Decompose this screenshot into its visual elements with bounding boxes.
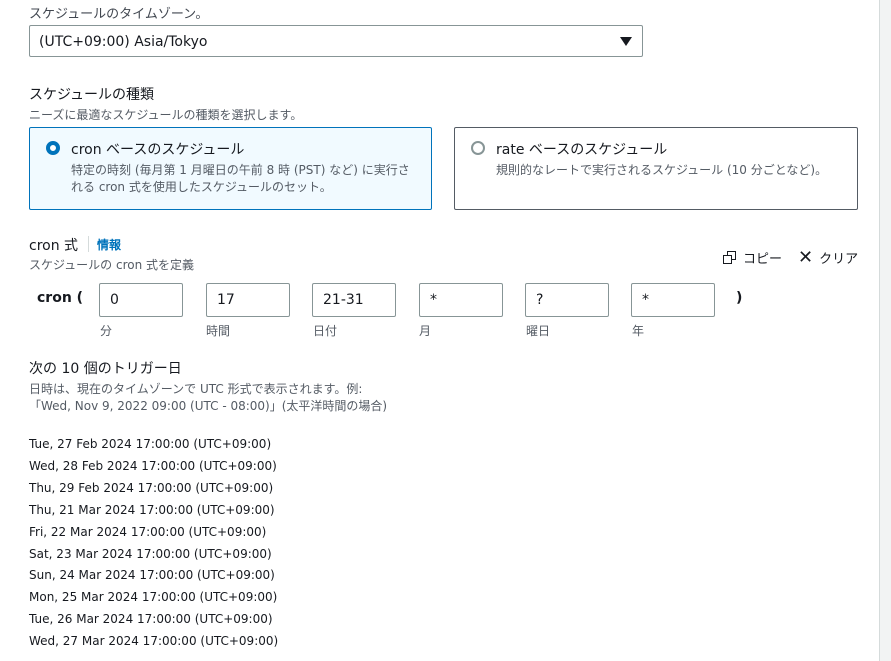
cron-day-of-month-input[interactable]: 21-31 xyxy=(312,283,396,317)
cron-day-of-week-label: 曜日 xyxy=(526,324,551,338)
trigger-date: Fri, 22 Mar 2024 17:00:00 (UTC+09:00) xyxy=(29,525,267,539)
cron-year-input[interactable]: * xyxy=(631,283,715,317)
cron-year-label: 年 xyxy=(632,324,645,338)
timezone-select[interactable]: (UTC+09:00) Asia/Tokyo xyxy=(29,25,643,57)
schedule-type-option-rate[interactable]: rate ベースのスケジュール 規則的なレートで実行されるスケジュール (10 … xyxy=(454,127,858,210)
trigger-date: Mon, 25 Mar 2024 17:00:00 (UTC+09:00) xyxy=(29,590,278,604)
cron-expression-description: スケジュールの cron 式を定義 xyxy=(29,258,195,272)
trigger-date: Thu, 21 Mar 2024 17:00:00 (UTC+09:00) xyxy=(29,503,275,517)
cron-day-of-week-input[interactable]: ? xyxy=(525,283,609,317)
caret-down-icon xyxy=(620,37,632,46)
schedule-panel: スケジュールのタイムゾーン。 (UTC+09:00) Asia/Tokyo スケ… xyxy=(0,0,880,661)
trigger-date: Tue, 27 Feb 2024 17:00:00 (UTC+09:00) xyxy=(29,437,272,451)
next-triggers-description: 日時は、現在のタイムゾーンで UTC 形式で表示されます。例: 「Wed, No… xyxy=(29,381,387,415)
cron-hours-label: 時間 xyxy=(206,324,231,338)
cron-minutes-label: 分 xyxy=(100,324,113,338)
option-cron-title: cron ベースのスケジュール xyxy=(71,142,245,158)
copy-icon xyxy=(723,250,737,265)
option-cron-description: 特定の時刻 (毎月第 1 月曜日の午前 8 時 (PST) など) に実行される… xyxy=(71,163,410,194)
trigger-date: Sat, 23 Mar 2024 17:00:00 (UTC+09:00) xyxy=(29,547,272,561)
timezone-select-value: (UTC+09:00) Asia/Tokyo xyxy=(39,34,208,50)
cron-suffix: ) xyxy=(736,290,743,306)
cron-day-of-week-value: ? xyxy=(536,292,544,308)
schedule-type-option-cron[interactable]: cron ベースのスケジュール 特定の時刻 (毎月第 1 月曜日の午前 8 時 … xyxy=(29,127,432,210)
radio-selected-icon[interactable] xyxy=(46,141,60,155)
option-rate-description: 規則的なレートで実行されるスケジュール (10 分ごとなど)。 xyxy=(496,163,828,177)
clear-button-label: クリア xyxy=(819,252,859,267)
cron-month-value: * xyxy=(430,292,437,308)
cron-day-of-month-label: 日付 xyxy=(313,324,338,338)
timezone-label: スケジュールのタイムゾーン。 xyxy=(29,7,209,22)
trigger-date: Sun, 24 Mar 2024 17:00:00 (UTC+09:00) xyxy=(29,568,275,582)
cron-expression-title: cron 式 xyxy=(29,238,79,254)
close-icon: ✕ xyxy=(798,246,814,268)
cron-month-label: 月 xyxy=(419,324,432,338)
copy-button-label: コピー xyxy=(743,252,783,267)
option-rate-title: rate ベースのスケジュール xyxy=(496,142,668,158)
schedule-type-title: スケジュールの種類 xyxy=(29,87,155,103)
cron-month-input[interactable]: * xyxy=(419,283,503,317)
radio-unselected-icon[interactable] xyxy=(471,141,485,155)
info-link[interactable]: 情報 xyxy=(97,236,121,253)
next-triggers-description-line2: 「Wed, Nov 9, 2022 09:00 (UTC - 08:00)」(太… xyxy=(29,399,388,413)
copy-button[interactable]: コピー xyxy=(723,248,782,267)
trigger-date: Thu, 29 Feb 2024 17:00:00 (UTC+09:00) xyxy=(29,481,274,495)
cron-prefix: cron ( xyxy=(37,290,84,306)
title-divider xyxy=(88,236,89,252)
cron-year-value: * xyxy=(642,292,649,308)
trigger-date: Wed, 27 Mar 2024 17:00:00 (UTC+09:00) xyxy=(29,634,279,648)
trigger-date: Tue, 26 Mar 2024 17:00:00 (UTC+09:00) xyxy=(29,612,273,626)
clear-button[interactable]: ✕ クリア xyxy=(798,248,858,267)
cron-minutes-value: 0 xyxy=(110,292,119,308)
next-triggers-title: 次の 10 個のトリガー日 xyxy=(29,361,182,377)
cron-hours-value: 17 xyxy=(217,292,235,308)
trigger-date: Wed, 28 Feb 2024 17:00:00 (UTC+09:00) xyxy=(29,459,277,473)
cron-hours-input[interactable]: 17 xyxy=(206,283,290,317)
schedule-type-description: ニーズに最適なスケジュールの種類を選択します。 xyxy=(29,108,303,122)
cron-day-of-month-value: 21-31 xyxy=(323,292,364,308)
next-triggers-description-line1: 日時は、現在のタイムゾーンで UTC 形式で表示されます。例: xyxy=(29,382,363,396)
cron-minutes-input[interactable]: 0 xyxy=(99,283,183,317)
